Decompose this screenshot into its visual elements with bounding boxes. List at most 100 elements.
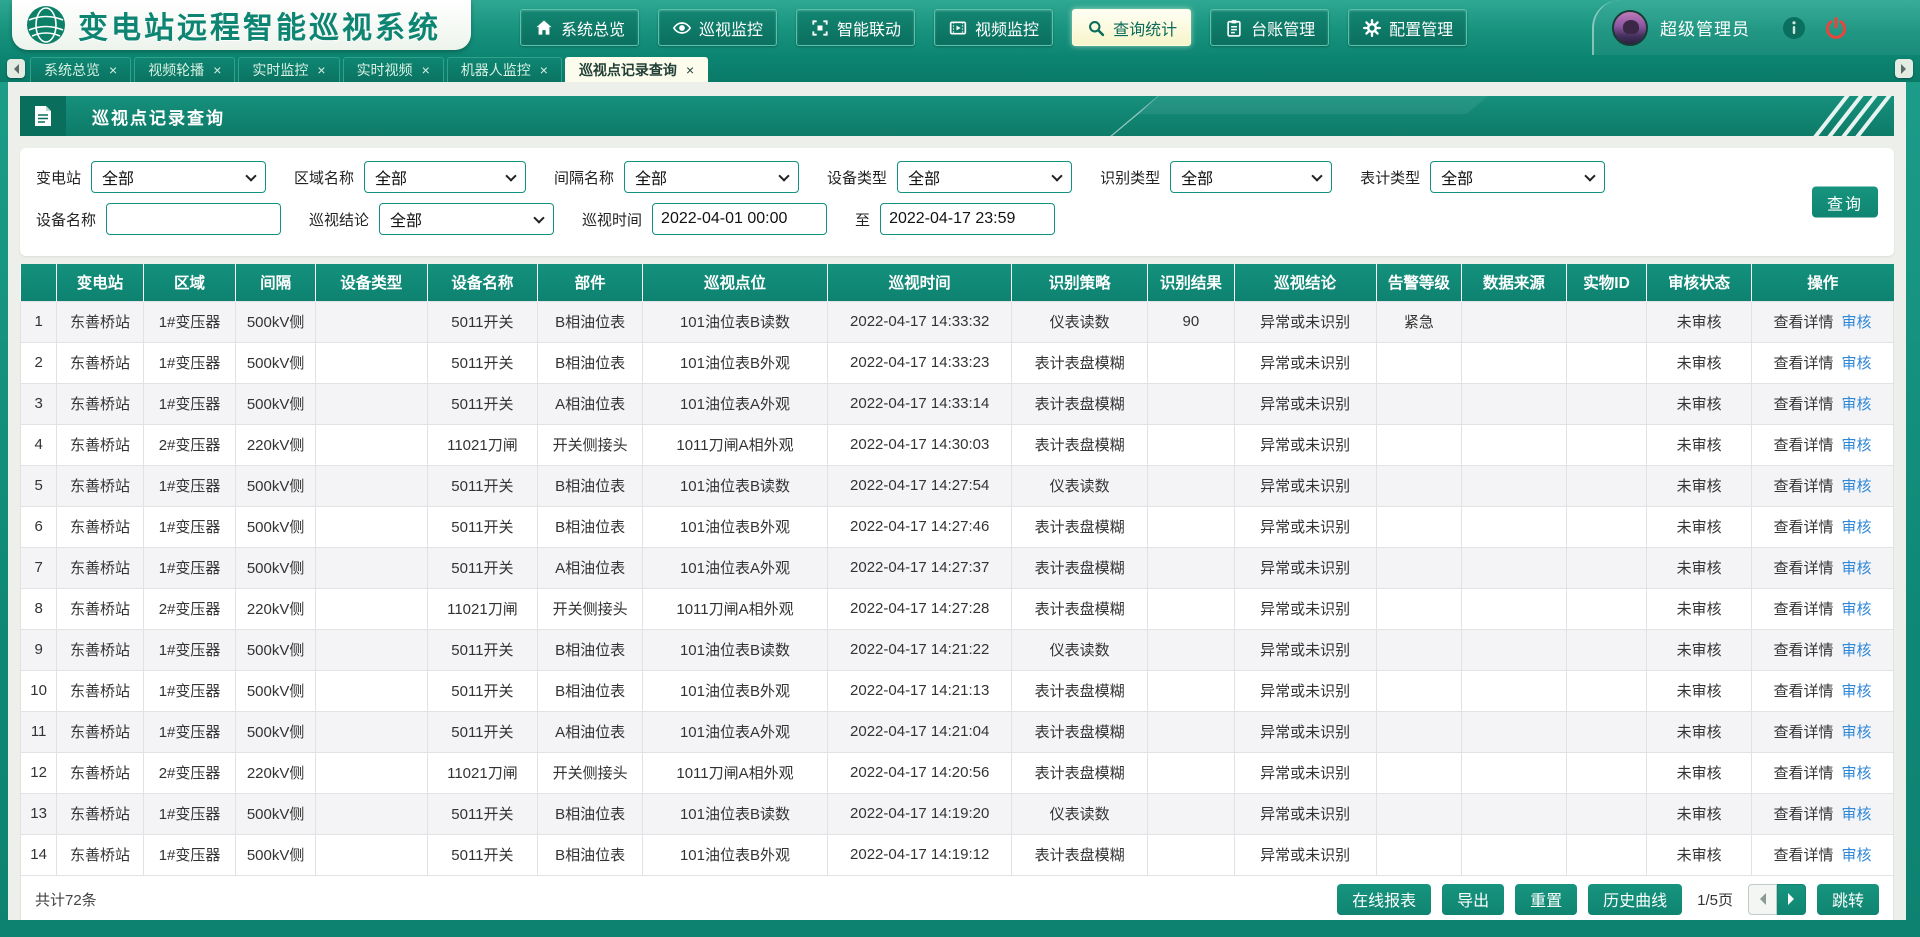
next-page-button[interactable] — [1777, 884, 1806, 915]
audit-link[interactable]: 审核 — [1841, 314, 1871, 331]
view-detail-link[interactable]: 查看详情 — [1773, 519, 1833, 536]
audit-link[interactable]: 审核 — [1841, 724, 1871, 741]
bay-select[interactable]: 全部 — [624, 161, 799, 193]
audit-link[interactable]: 审核 — [1841, 683, 1871, 700]
audit-link[interactable]: 审核 — [1841, 765, 1871, 782]
tab-item[interactable]: 实时监控× — [238, 57, 339, 82]
tab-item[interactable]: 巡视点记录查询× — [565, 57, 708, 82]
table-cell: 1#变压器 — [143, 301, 236, 342]
tab-close-icon[interactable]: × — [422, 63, 430, 77]
audit-link[interactable]: 审核 — [1841, 642, 1871, 659]
meter-type-select[interactable]: 全部 — [1430, 161, 1605, 193]
table-cell: 表计表盘模糊 — [1012, 670, 1148, 711]
tab-item[interactable]: 系统总览× — [30, 57, 131, 82]
tab-item[interactable]: 实时视频× — [343, 57, 444, 82]
tab-close-icon[interactable]: × — [109, 63, 117, 77]
history-curve-button[interactable]: 历史曲线 — [1588, 884, 1682, 915]
table-cell: 11021刀闸 — [427, 752, 538, 793]
nav-button-link-frame[interactable]: 智能联动 — [796, 9, 915, 46]
audit-link[interactable]: 审核 — [1841, 601, 1871, 618]
view-detail-link[interactable]: 查看详情 — [1773, 560, 1833, 577]
tab-close-icon[interactable]: × — [213, 63, 221, 77]
audit-link[interactable]: 审核 — [1841, 519, 1871, 536]
tab-scroll-right-icon[interactable] — [1895, 59, 1913, 78]
station-select[interactable]: 全部 — [91, 161, 266, 193]
prev-page-button[interactable] — [1748, 884, 1777, 915]
audit-link[interactable]: 审核 — [1841, 806, 1871, 823]
tab-scroll-left-icon[interactable] — [7, 59, 25, 78]
column-header: 间隔 — [236, 264, 316, 301]
table-cell: 东善桥站 — [57, 834, 144, 875]
device-type-select[interactable]: 全部 — [897, 161, 1072, 193]
table-row: 14东善桥站1#变压器500kV侧5011开关B相油位表101油位表B外观202… — [21, 834, 1894, 875]
view-detail-link[interactable]: 查看详情 — [1773, 724, 1833, 741]
main-nav: 系统总览巡视监控智能联动视频监控查询统计台账管理配置管理 — [520, 9, 1467, 46]
audit-link[interactable]: 审核 — [1841, 478, 1871, 495]
nav-button-ledger[interactable]: 台账管理 — [1210, 9, 1329, 46]
view-detail-link[interactable]: 查看详情 — [1773, 601, 1833, 618]
reset-button[interactable]: 重置 — [1515, 884, 1577, 915]
tab-close-icon[interactable]: × — [686, 63, 694, 77]
table-cell: 12 — [21, 752, 57, 793]
nav-button-eye[interactable]: 巡视监控 — [658, 9, 777, 46]
table-cell — [1148, 793, 1235, 834]
view-detail-link[interactable]: 查看详情 — [1773, 642, 1833, 659]
audit-link[interactable]: 审核 — [1841, 560, 1871, 577]
table-cell — [1566, 301, 1647, 342]
view-detail-link[interactable]: 查看详情 — [1773, 847, 1833, 864]
table-cell: 11021刀闸 — [427, 424, 538, 465]
view-detail-link[interactable]: 查看详情 — [1773, 806, 1833, 823]
tab-close-icon[interactable]: × — [317, 63, 325, 77]
conclusion-select[interactable]: 全部 — [379, 203, 554, 235]
logout-power-icon[interactable] — [1824, 16, 1848, 40]
view-detail-link[interactable]: 查看详情 — [1773, 396, 1833, 413]
audit-link[interactable]: 审核 — [1841, 437, 1871, 454]
filter-label: 变电站 — [36, 167, 81, 188]
filter-label: 设备类型 — [827, 167, 887, 188]
device-name-input[interactable] — [106, 203, 281, 235]
nav-button-video[interactable]: 视频监控 — [934, 9, 1053, 46]
export-button[interactable]: 导出 — [1442, 884, 1504, 915]
nav-button-gear[interactable]: 配置管理 — [1348, 9, 1467, 46]
view-detail-link[interactable]: 查看详情 — [1773, 683, 1833, 700]
recognition-type-select[interactable]: 全部 — [1170, 161, 1332, 193]
time-to-datetime-input[interactable] — [880, 203, 1055, 235]
tab-close-icon[interactable]: × — [540, 63, 548, 77]
table-cell: 101油位表B读数 — [642, 465, 827, 506]
tab-item[interactable]: 机器人监控× — [447, 57, 562, 82]
table-cell: 500kV侧 — [236, 342, 316, 383]
table-cell: 东善桥站 — [57, 342, 144, 383]
tab-bar: 系统总览×视频轮播×实时监控×实时视频×机器人监控×巡视点记录查询× — [0, 55, 1920, 82]
table-cell: 2 — [21, 342, 57, 383]
info-icon[interactable] — [1782, 16, 1806, 40]
filter-field-time-from: 巡视时间 — [582, 203, 827, 235]
table-cell: 表计表盘模糊 — [1012, 424, 1148, 465]
filter-field-bay: 间隔名称全部 — [554, 161, 799, 193]
view-detail-link[interactable]: 查看详情 — [1773, 437, 1833, 454]
chevron-down-icon — [1584, 170, 1595, 181]
table-cell — [1462, 588, 1567, 629]
nav-button-search[interactable]: 查询统计 — [1072, 9, 1191, 46]
table-cell: 未审核 — [1647, 793, 1752, 834]
audit-link[interactable]: 审核 — [1841, 396, 1871, 413]
view-detail-link[interactable]: 查看详情 — [1773, 765, 1833, 782]
audit-link[interactable]: 审核 — [1841, 355, 1871, 372]
jump-page-button[interactable]: 跳转 — [1817, 884, 1879, 915]
time-from-datetime-input[interactable] — [652, 203, 827, 235]
view-detail-link[interactable]: 查看详情 — [1773, 478, 1833, 495]
nav-button-home[interactable]: 系统总览 — [520, 9, 639, 46]
view-detail-link[interactable]: 查看详情 — [1773, 314, 1833, 331]
table-cell — [1148, 383, 1235, 424]
view-detail-link[interactable]: 查看详情 — [1773, 355, 1833, 372]
user-avatar[interactable] — [1612, 10, 1648, 46]
audit-link[interactable]: 审核 — [1841, 847, 1871, 864]
search-button[interactable]: 查询 — [1812, 187, 1878, 218]
area-select[interactable]: 全部 — [364, 161, 526, 193]
table-cell: 1#变压器 — [143, 465, 236, 506]
table-cell: 2#变压器 — [143, 752, 236, 793]
table-cell — [1566, 465, 1647, 506]
table-cell — [315, 301, 427, 342]
column-header: 设备类型 — [315, 264, 427, 301]
online-report-button[interactable]: 在线报表 — [1337, 884, 1431, 915]
tab-item[interactable]: 视频轮播× — [134, 57, 235, 82]
